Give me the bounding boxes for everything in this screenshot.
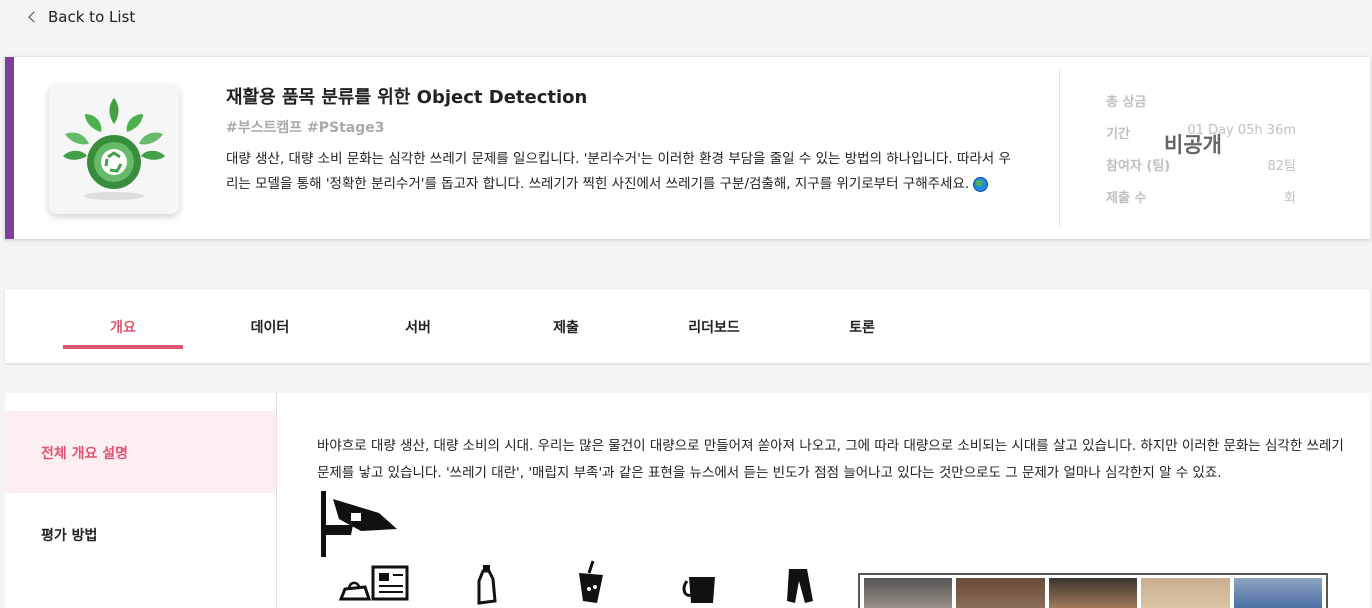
stat-participants: 참여자 (팀) 82팀: [1106, 155, 1296, 187]
competition-logo: [49, 84, 179, 214]
stat-participants-value: 82팀: [1267, 159, 1296, 174]
sample-photo-4: [1141, 578, 1230, 608]
tab-leaderboard[interactable]: 리더보드: [654, 317, 774, 337]
stat-submissions: 제출 수 회: [1106, 187, 1296, 219]
overview-content: 전체 개요 설명 평가 방법 바야흐로 대량 생산, 대량 소비의 시대. 우리…: [5, 393, 1370, 608]
competition-description: 대량 생산, 대량 소비 문화는 심각한 쓰레기 문제를 일으킵니다. '분리수…: [226, 147, 1016, 197]
trash-illustration: [321, 491, 813, 605]
paint-bucket-icon: [682, 577, 715, 603]
stat-prize: 총 상금: [1106, 91, 1296, 123]
card-divider: [1059, 69, 1060, 227]
cctv-camera-icon: [321, 491, 397, 557]
shopping-bag-icon: [338, 581, 372, 601]
stat-participants-label: 참여자 (팀): [1106, 159, 1171, 174]
sidebar-item-evaluation[interactable]: 평가 방법: [5, 493, 276, 575]
tab-submit[interactable]: 제출: [506, 317, 626, 337]
overview-paragraph: 바야흐로 대량 생산, 대량 소비의 시대. 우리는 많은 물건이 대량으로 만…: [317, 438, 1344, 481]
sidebar-item-overview[interactable]: 전체 개요 설명: [5, 411, 276, 493]
sample-photo-3: [1048, 578, 1138, 608]
competition-title: 재활용 품목 분류를 위한 Object Detection: [226, 87, 588, 108]
recycle-globe-icon: [63, 98, 165, 200]
drink-cup-icon: [579, 560, 603, 603]
sample-photos-strip: [858, 573, 1328, 608]
description-text: 대량 생산, 대량 소비 문화는 심각한 쓰레기 문제를 일으킵니다. '분리수…: [226, 151, 1011, 192]
stat-prize-label: 총 상금: [1106, 95, 1147, 110]
sample-photo-2: [956, 578, 1045, 608]
competition-card: 재활용 품목 분류를 위한 Object Detection #부스트캠프 #P…: [5, 57, 1370, 239]
tab-server[interactable]: 서버: [358, 317, 478, 337]
stat-submissions-label: 제출 수: [1106, 191, 1147, 206]
tab-overview[interactable]: 개요: [63, 317, 183, 337]
tab-discussion[interactable]: 토론: [802, 317, 922, 337]
stat-submissions-value: 회: [1284, 191, 1296, 206]
competition-tags: #부스트캠프 #PStage3: [226, 120, 385, 136]
tab-data[interactable]: 데이터: [210, 317, 330, 337]
sample-photo-5: [1233, 578, 1323, 608]
back-label: Back to List: [48, 8, 136, 26]
pants-icon: [787, 569, 813, 603]
private-overlay-label: 비공개: [1164, 133, 1222, 157]
overview-sidebar: 전체 개요 설명 평가 방법: [5, 393, 277, 608]
chevron-left-icon: [28, 11, 40, 23]
newspaper-icon: [371, 565, 409, 601]
sample-photo-1: [864, 578, 953, 608]
back-to-list-link[interactable]: Back to List: [28, 8, 136, 26]
active-tab-indicator: [63, 345, 183, 349]
competition-tabs: 개요 데이터 서버 제출 리더보드 토론: [5, 289, 1370, 363]
earth-globe-icon: [973, 176, 989, 192]
bottle-icon: [477, 565, 497, 605]
stat-period-label: 기간: [1106, 127, 1130, 142]
